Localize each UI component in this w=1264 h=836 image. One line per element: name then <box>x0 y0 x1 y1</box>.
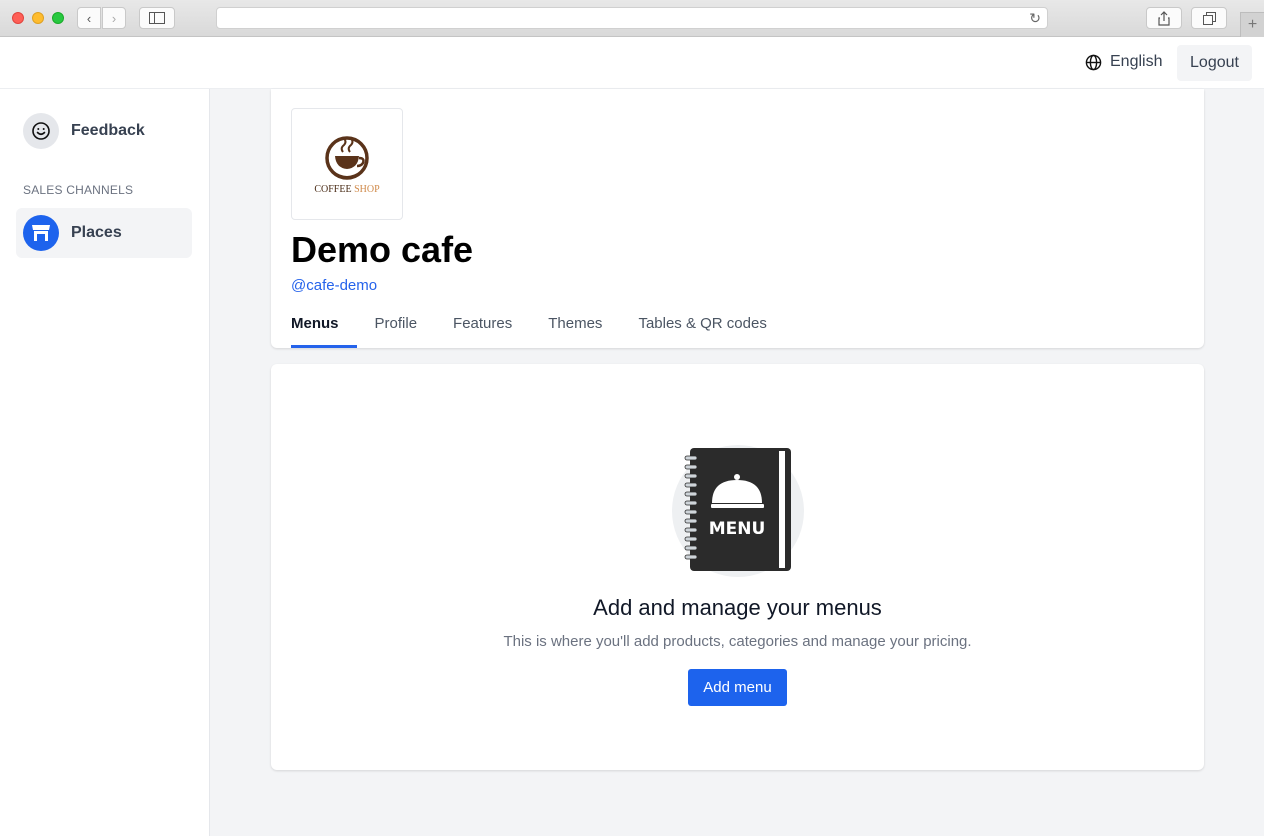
tab-themes[interactable]: Themes <box>548 315 602 348</box>
menu-book-icon: MENU <box>672 445 804 577</box>
share-icon <box>1158 10 1170 26</box>
tabs-icon <box>1202 11 1216 25</box>
sidebar: Feedback SALES CHANNELS Places <box>0 89 210 836</box>
address-bar[interactable]: ↻ <box>216 7 1048 29</box>
tab-menus[interactable]: Menus <box>291 315 357 348</box>
language-selector[interactable]: English <box>1085 53 1162 71</box>
tab-profile[interactable]: Profile <box>375 315 418 348</box>
page-title: Demo cafe <box>291 229 474 270</box>
tab-overview-button[interactable] <box>1191 7 1227 29</box>
language-label: English <box>1110 53 1163 70</box>
share-button[interactable] <box>1146 7 1182 29</box>
logo-wordmark: COFFEE SHOP <box>314 184 379 195</box>
window-minimize-button[interactable] <box>32 12 44 24</box>
globe-icon <box>1085 54 1102 70</box>
sidebar-section-label: SALES CHANNELS <box>23 183 134 197</box>
place-handle-link[interactable]: @cafe-demo <box>291 277 377 294</box>
add-menu-button[interactable]: Add menu <box>688 669 787 706</box>
chevron-right-icon: › <box>111 10 117 26</box>
sidebar-item-label: Places <box>71 224 122 241</box>
back-button[interactable]: ‹ <box>77 7 101 29</box>
sidebar-item-label: Feedback <box>71 122 145 139</box>
browser-toolbar: ‹ › ↻ + <box>0 0 1264 37</box>
sidebar-icon <box>149 12 165 24</box>
forward-button[interactable]: › <box>102 7 126 29</box>
logout-button[interactable]: Logout <box>1177 45 1252 81</box>
place-header-card: COFFEE SHOP Demo cafe @cafe-demo Menus P… <box>271 89 1204 348</box>
menu-illustration-text: MENU <box>709 519 766 539</box>
reload-icon[interactable]: ↻ <box>1029 10 1041 27</box>
sidebar-toggle-button[interactable] <box>139 7 175 29</box>
plus-icon: + <box>1247 16 1258 33</box>
app-header: English Logout <box>0 37 1264 89</box>
empty-state-subtitle: This is where you'll add products, categ… <box>503 633 972 650</box>
logo-text-coffee: COFFEE <box>314 183 352 195</box>
tab-tables-qr-codes[interactable]: Tables & QR codes <box>638 315 766 348</box>
menus-empty-state-card: MENU Add and manage your menus This is w… <box>271 364 1204 770</box>
chevron-left-icon: ‹ <box>86 10 92 26</box>
sidebar-item-feedback[interactable]: Feedback <box>16 106 192 156</box>
new-tab-button[interactable]: + <box>1240 12 1264 37</box>
place-logo[interactable]: COFFEE SHOP <box>291 108 403 220</box>
logo-text-shop: SHOP <box>354 183 380 195</box>
window-close-button[interactable] <box>12 12 24 24</box>
storefront-icon <box>23 215 59 251</box>
smiley-icon <box>23 113 59 149</box>
place-tabs: Menus Profile Features Themes Tables & Q… <box>291 315 803 348</box>
window-zoom-button[interactable] <box>52 12 64 24</box>
tab-features[interactable]: Features <box>453 315 512 348</box>
coffee-cup-logo <box>325 135 369 180</box>
empty-state-title: Add and manage your menus <box>593 595 882 620</box>
sidebar-item-places[interactable]: Places <box>16 208 192 258</box>
